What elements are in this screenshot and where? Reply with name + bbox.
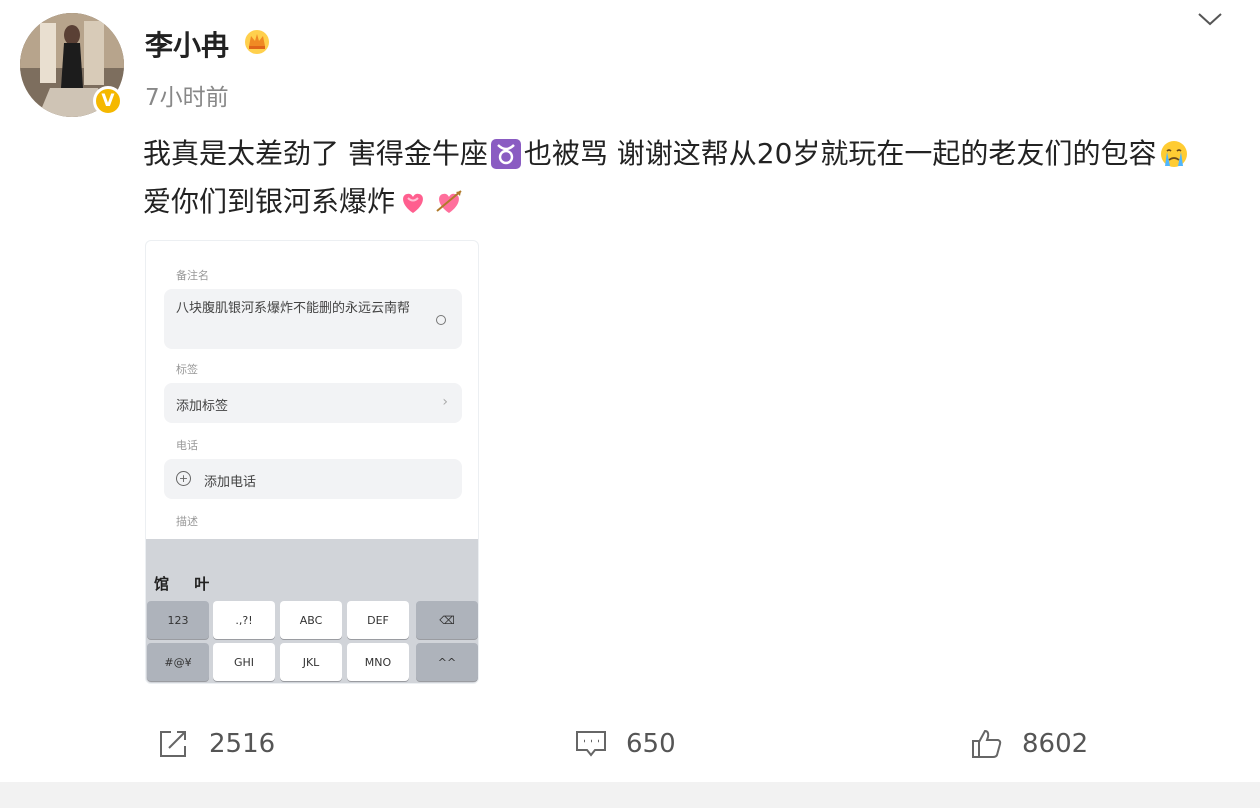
attached-image[interactable]: 备注名 八块腹肌银河系爆炸不能删的永远云南帮 标签 添加标签 › 电话 + 添加… [145, 240, 479, 684]
clear-icon [436, 315, 446, 325]
post-text-segment: 我真是太差劲了 害得金牛座 [143, 137, 488, 170]
crown-icon [245, 30, 269, 54]
tag-field: 添加标签 › [164, 383, 462, 423]
description-label: 描述 [176, 515, 198, 528]
post-timestamp: 7小时前 [145, 85, 229, 111]
keyboard-key: ^^ [416, 643, 478, 681]
keyboard-key: MNO [347, 643, 409, 681]
keyboard-candidates: 馆 叶 [154, 575, 220, 593]
like-button[interactable]: 8602 [970, 724, 1088, 764]
keyboard-key: #@¥ [147, 643, 209, 681]
keyboard: 馆 叶 123 .,?! ABC DEF ⌫ #@¥ GHI JKL MNO ^… [146, 539, 478, 683]
bottom-divider [0, 782, 1260, 808]
phone-field: + 添加电话 [164, 459, 462, 499]
phone-label: 电话 [176, 439, 198, 452]
heart-ribbon-emoji-icon [403, 193, 423, 213]
keyboard-key: .,?! [213, 601, 275, 639]
repost-count: 2516 [209, 729, 276, 759]
chevron-down-icon[interactable] [1196, 9, 1224, 29]
comment-count: 650 [626, 729, 676, 759]
post-text-segment: 爱你们到银河系爆炸 [143, 185, 396, 218]
post-text-segment: 容 [1128, 137, 1157, 170]
tag-label: 标签 [176, 363, 198, 376]
crying-face-emoji-icon [1161, 141, 1188, 167]
like-count: 8602 [1022, 729, 1089, 759]
note-label: 备注名 [176, 269, 209, 282]
chevron-right-icon: › [442, 394, 448, 410]
author-name[interactable]: 李小冉 [145, 24, 229, 64]
keyboard-key: JKL [280, 643, 342, 681]
thumbs-up-icon [972, 729, 1002, 758]
repost-icon [160, 731, 186, 757]
note-value: 八块腹肌银河系爆炸不能删的永远云南帮 [176, 301, 411, 316]
phone-value: 添加电话 [204, 475, 257, 490]
post-text-segment: 也被骂 谢谢这帮从20岁就玩在一起的老友们的包 [523, 137, 1129, 170]
keyboard-key: 123 [147, 601, 209, 639]
heart-arrow-emoji-icon [436, 190, 462, 213]
repost-button[interactable]: 2516 [157, 724, 275, 764]
backspace-icon: ⌫ [416, 601, 478, 639]
note-field: 八块腹肌银河系爆炸不能删的永远云南帮 [164, 289, 462, 349]
comment-icon [576, 731, 606, 757]
post-text: 我真是太差劲了 害得金牛座 也被骂 谢谢这帮从20岁就玩在一起的老友们的包容 爱… [143, 130, 1223, 226]
keyboard-key: GHI [213, 643, 275, 681]
taurus-emoji-icon [490, 139, 521, 169]
comment-button[interactable]: 650 [574, 724, 676, 764]
verified-badge-icon: V [93, 86, 123, 116]
tag-value: 添加标签 [176, 399, 229, 414]
plus-icon: + [176, 471, 191, 486]
keyboard-key: DEF [347, 601, 409, 639]
keyboard-key: ABC [280, 601, 342, 639]
